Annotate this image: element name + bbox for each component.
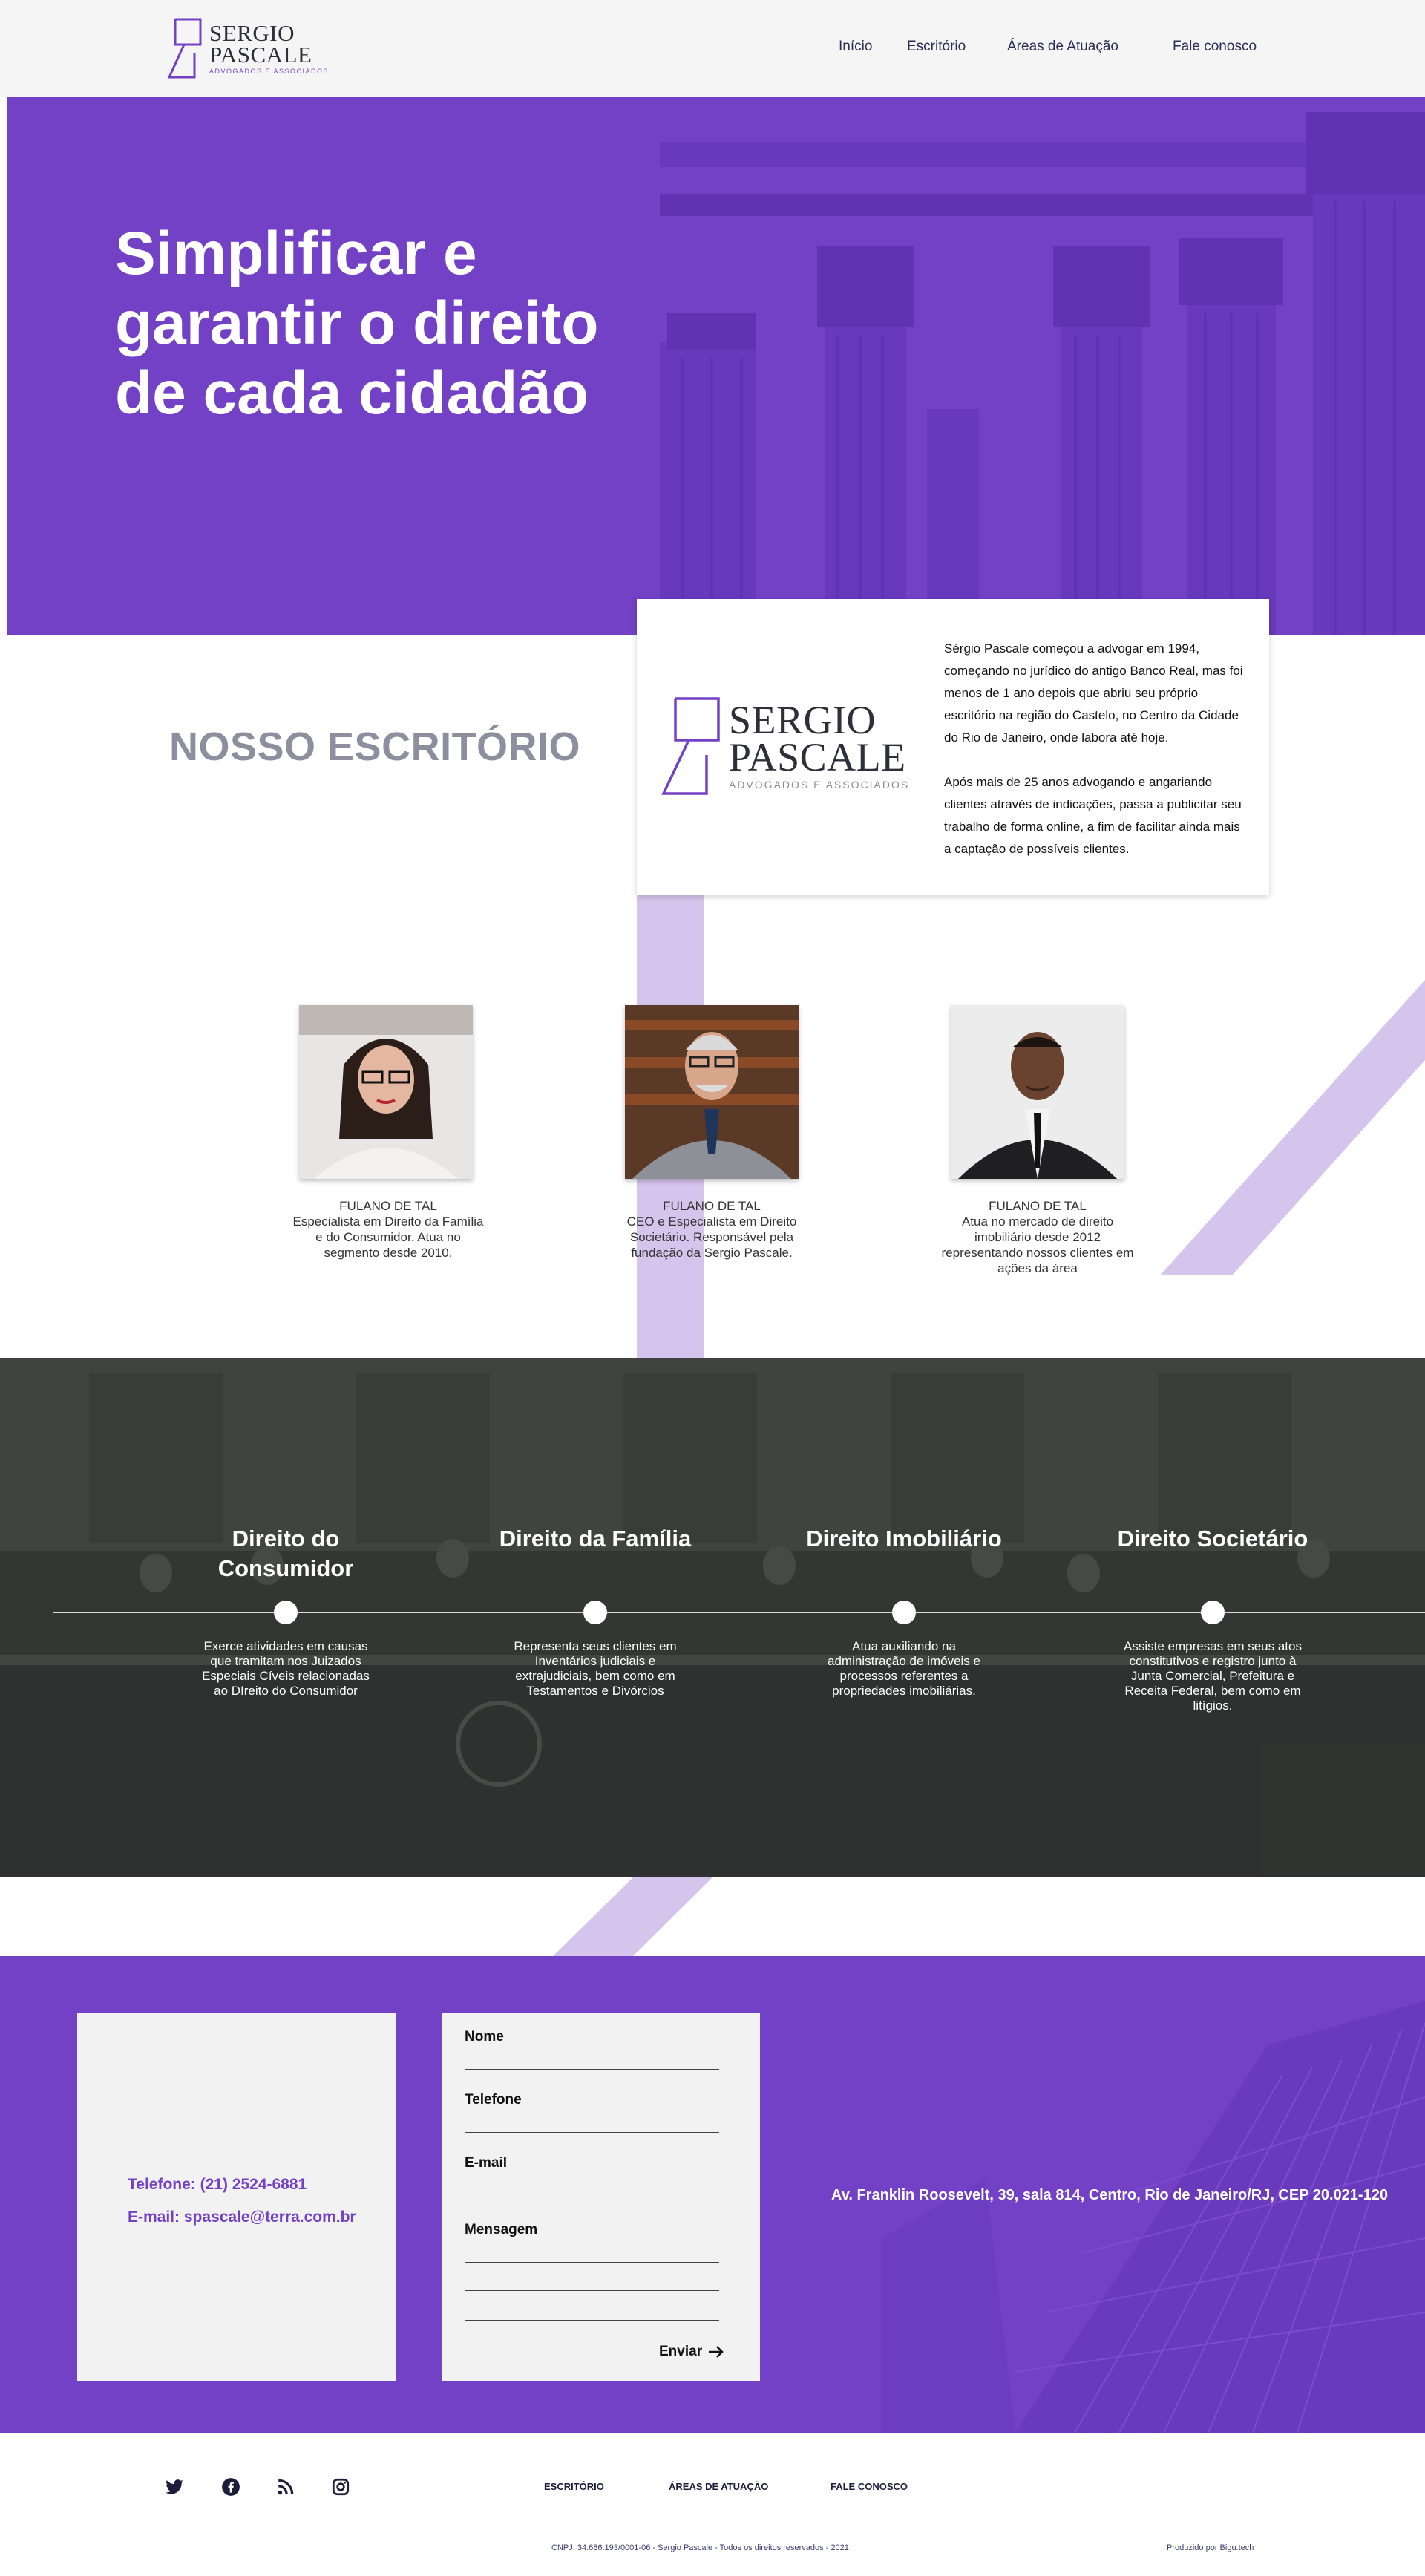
nav-link-contato[interactable]: Fale conosco	[1173, 39, 1257, 55]
hero-title: Simplificar e garantir o direito de cada…	[115, 220, 599, 427]
message-field-line-1[interactable]	[465, 2262, 719, 2263]
nav-link-areas[interactable]: Áreas de Atuação	[1007, 39, 1118, 55]
area-description-consumidor: Exerce atividades em causas que tramitam…	[202, 1639, 370, 1698]
team-photo-1	[299, 1005, 473, 1179]
office-section-title: NOSSO ESCRITÓRIO	[169, 725, 581, 769]
team-photo-3	[951, 1005, 1124, 1179]
area-description-familia: Representa seus clientes em Inventários …	[514, 1639, 677, 1698]
nav-link-escritorio[interactable]: Escritório	[907, 39, 966, 55]
area-description-imobiliario: Atua auxiliando na administração de imóv…	[828, 1639, 980, 1698]
footer-link-areas[interactable]: ÁREAS DE ATUAÇÃO	[669, 2481, 768, 2492]
woman-portrait-image	[299, 1005, 473, 1179]
area-dot-imobiliario[interactable]	[892, 1601, 916, 1624]
team-member-2: FULANO DE TAL CEO e Especialista em Dire…	[615, 1198, 808, 1261]
team-member-1-description: Especialista em Direito da Família e do …	[292, 1215, 484, 1260]
site-header: SERGIO PASCALE ADVOGADOS E ASSOCIADOS In…	[0, 0, 1425, 97]
practice-areas-section: Direito do Consumidor Exerce atividades …	[0, 1358, 1425, 1877]
office-description: Sérgio Pascale começou a advogar em 1994…	[944, 638, 1248, 860]
form-label-name: Nome	[465, 2029, 504, 2044]
contact-form: Nome Telefone E-mail Mensagem Enviar	[442, 2013, 760, 2381]
area-description-societario: Assiste empresas em seus atos constituti…	[1124, 1639, 1302, 1713]
area-dot-consumidor[interactable]	[274, 1601, 298, 1624]
phone-field[interactable]	[465, 2132, 719, 2133]
brand-logo[interactable]: SERGIO PASCALE ADVOGADOS E ASSOCIADOS	[165, 16, 329, 80]
man-portrait-image	[951, 1005, 1124, 1179]
team-member-2-description: CEO e Especialista em Direito Societário…	[626, 1215, 797, 1260]
form-label-email: E-mail	[465, 2155, 508, 2171]
site-footer: ESCRITÓRIO ÁREAS DE ATUAÇÃO FALE CONOSCO…	[0, 2433, 1425, 2576]
footer-copyright: CNPJ: 34.686.193/0001-06 - Sergio Pascal…	[551, 2543, 849, 2552]
send-button[interactable]: Enviar	[659, 2344, 724, 2360]
office-card-logo: SERGIO PASCALE ADVOGADOS E ASSOCIADOS	[658, 694, 909, 798]
contact-phone[interactable]: Telefone: (21) 2524-6881	[128, 2176, 307, 2194]
logo-mark-icon	[167, 18, 202, 79]
twitter-icon[interactable]	[165, 2477, 184, 2497]
form-label-message: Mensagem	[465, 2222, 538, 2237]
team-member-1: FULANO DE TAL Especialista em Direito da…	[292, 1198, 485, 1261]
logo-name-line1: SERGIO	[729, 698, 877, 742]
team-member-3: FULANO DE TAL Atua no mercado de direito…	[941, 1198, 1134, 1276]
message-field-line-2[interactable]	[465, 2290, 719, 2291]
footer-link-contato[interactable]: FALE CONOSCO	[831, 2481, 908, 2492]
contact-address: Av. Franklin Roosevelt, 39, sala 814, Ce…	[831, 2187, 1388, 2203]
message-field-line-3[interactable]	[465, 2320, 719, 2321]
senior-man-portrait-image	[625, 1005, 799, 1179]
hero-section: Simplificar e garantir o direito de cada…	[7, 97, 1425, 635]
form-label-phone: Telefone	[465, 2092, 522, 2108]
logo-name-line1: SERGIO	[209, 19, 295, 46]
footer-credit[interactable]: Produzido por Bigu.tech	[1167, 2543, 1254, 2552]
area-dot-societario[interactable]	[1201, 1601, 1225, 1624]
rss-icon[interactable]	[276, 2477, 295, 2497]
area-title-consumidor: Direito do Consumidor	[217, 1526, 354, 1581]
logo-tagline: ADVOGADOS E ASSOCIADOS	[209, 67, 330, 75]
instagram-icon[interactable]	[331, 2477, 350, 2497]
contact-section: Telefone: (21) 2524-6881 E-mail: spascal…	[0, 1956, 1425, 2433]
office-paragraph-2: Após mais de 25 anos advogando e angaria…	[944, 775, 1242, 856]
footer-link-escritorio[interactable]: ESCRITÓRIO	[544, 2481, 604, 2492]
area-dot-familia[interactable]	[583, 1601, 607, 1624]
facebook-icon[interactable]	[221, 2477, 240, 2497]
logo-mark-icon	[661, 697, 720, 795]
team-photo-2	[625, 1005, 799, 1179]
nav-link-inicio[interactable]: Início	[839, 39, 872, 55]
name-field[interactable]	[465, 2069, 719, 2070]
send-button-label: Enviar	[659, 2344, 703, 2359]
decorative-diagonal	[553, 1877, 712, 1956]
contact-email[interactable]: E-mail: spascale@terra.com.br	[128, 2209, 356, 2226]
team-member-1-name: FULANO DE TAL	[339, 1199, 437, 1213]
team-member-3-description: Atua no mercado de direito imobiliário d…	[941, 1215, 1134, 1275]
office-paragraph-1: Sérgio Pascale começou a advogar em 1994…	[944, 641, 1243, 745]
hero-columns-image	[660, 112, 1425, 635]
area-title-imobiliario: Direito Imobiliário	[806, 1526, 1002, 1552]
decorative-diagonal	[1160, 980, 1425, 1275]
area-title-familia: Direito da Família	[499, 1526, 692, 1552]
arrow-right-icon	[709, 2346, 724, 2358]
office-card: SERGIO PASCALE ADVOGADOS E ASSOCIADOS Sé…	[637, 599, 1269, 895]
contact-info-box: Telefone: (21) 2524-6881 E-mail: spascal…	[77, 2013, 396, 2381]
area-title-societario: Direito Societário	[1117, 1526, 1308, 1552]
team-member-2-name: FULANO DE TAL	[663, 1199, 761, 1213]
logo-name-line2: PASCALE	[209, 41, 312, 68]
logo-tagline: ADVOGADOS E ASSOCIADOS	[729, 779, 910, 791]
team-member-3-name: FULANO DE TAL	[989, 1199, 1087, 1213]
logo-name-line2: PASCALE	[729, 735, 906, 779]
